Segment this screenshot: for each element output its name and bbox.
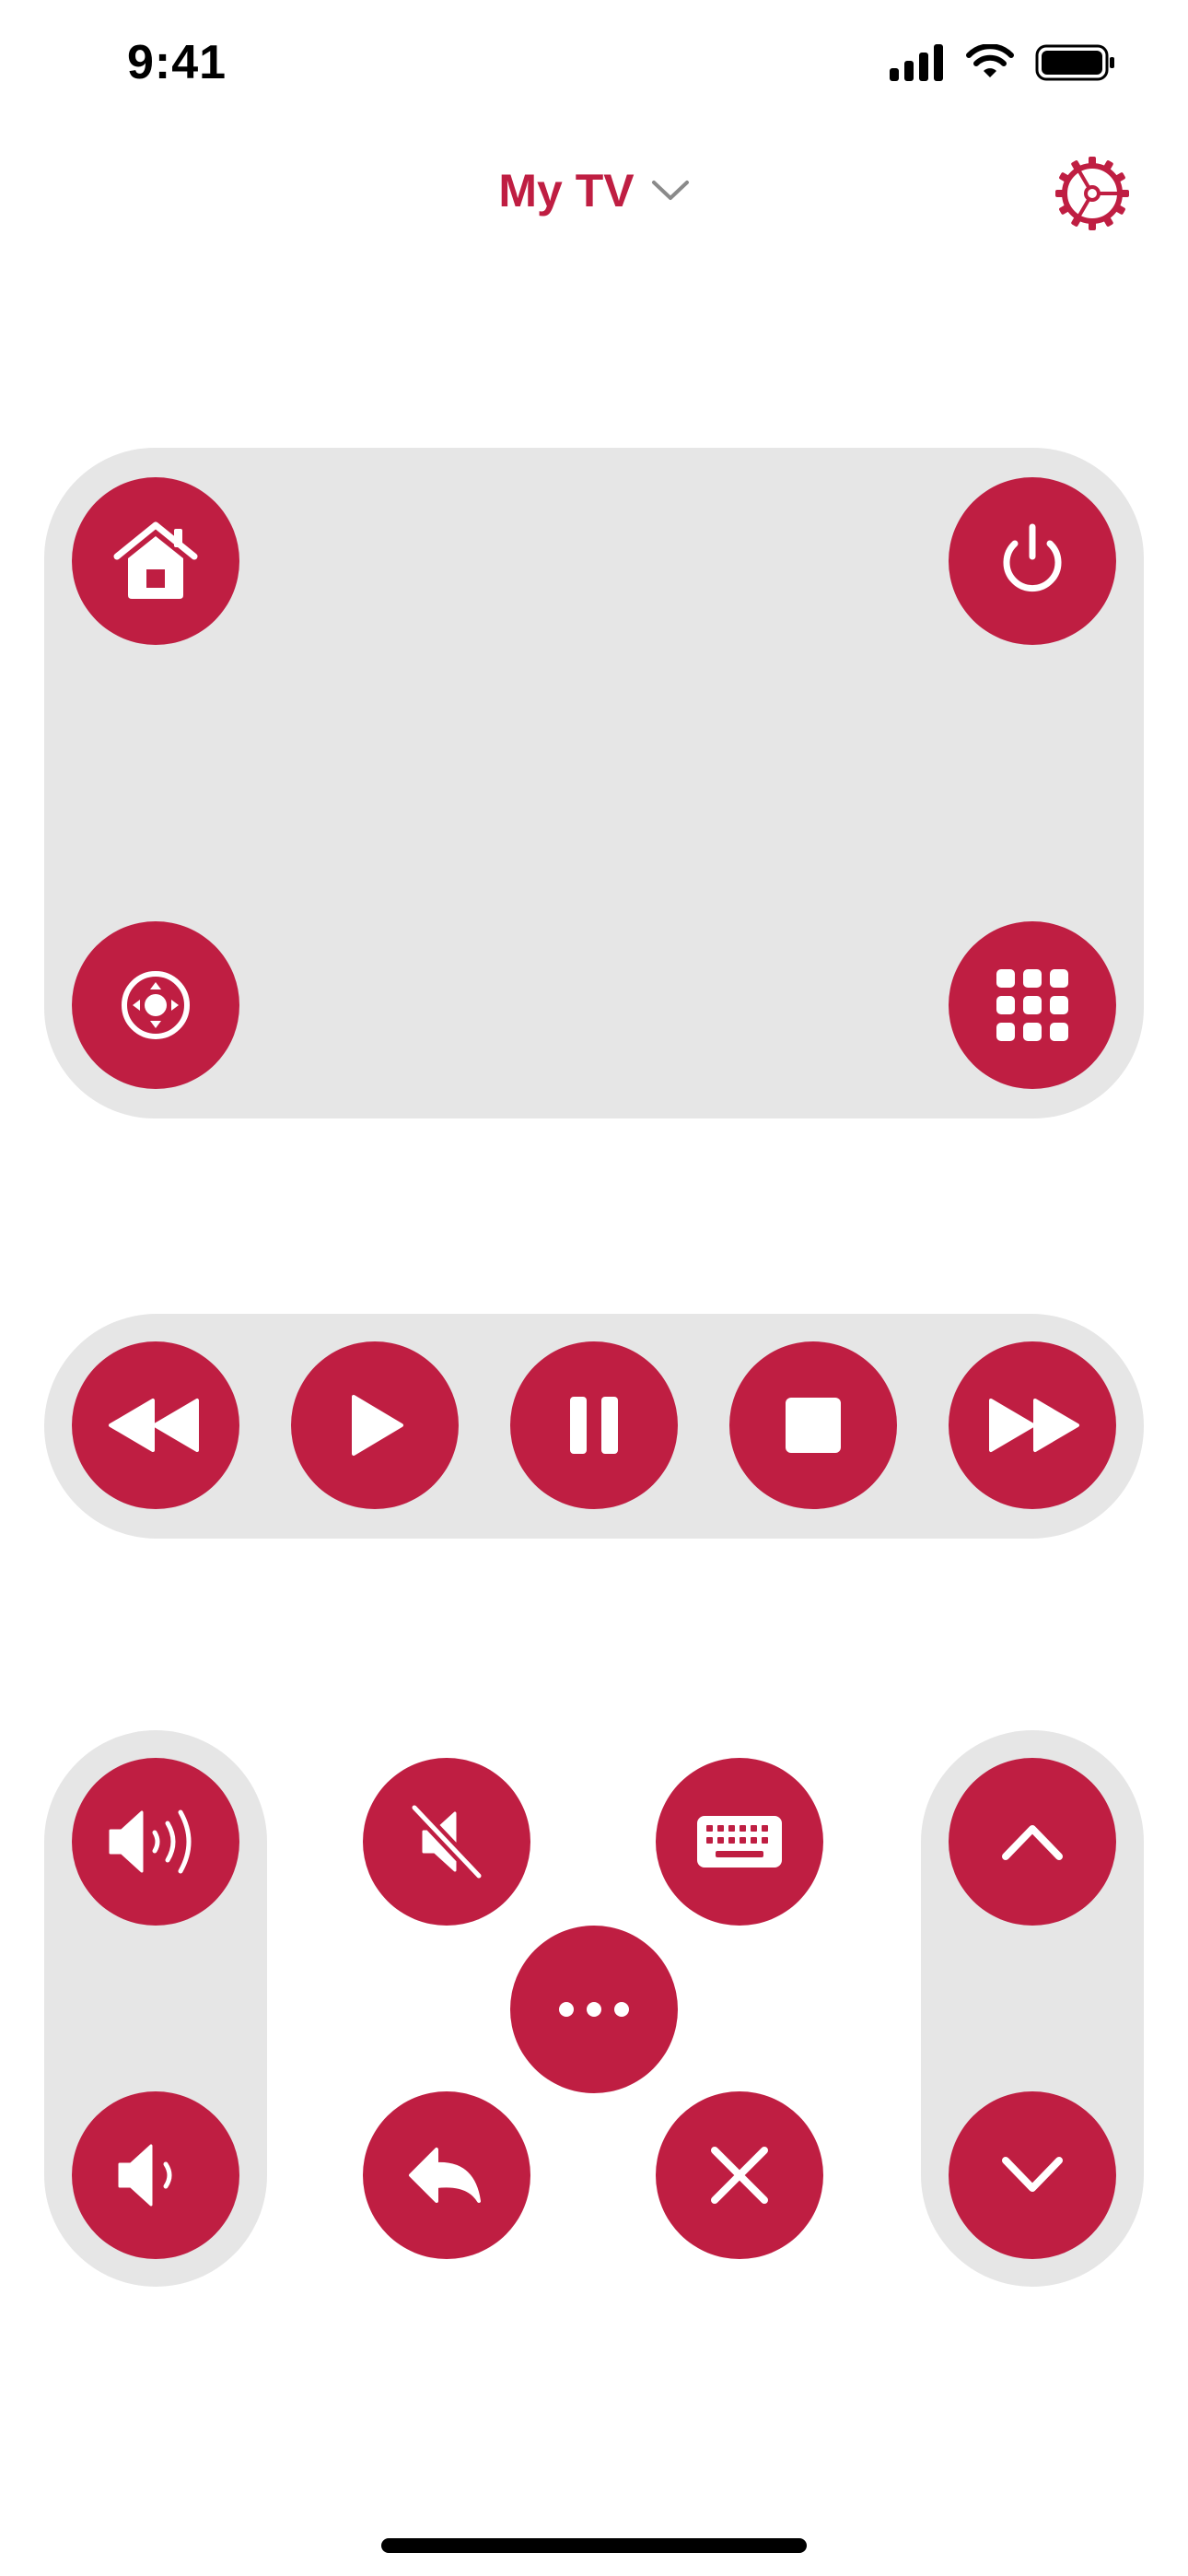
channel-up-icon: [1002, 1825, 1063, 1860]
channel-up-button[interactable]: [949, 1758, 1116, 1926]
home-button[interactable]: [72, 477, 239, 645]
rewind-button[interactable]: [72, 1341, 239, 1509]
home-indicator[interactable]: [381, 2538, 807, 2553]
chevron-down-icon: [651, 181, 689, 200]
stop-button[interactable]: [729, 1341, 897, 1509]
tv-selector[interactable]: My TV: [0, 164, 1188, 217]
settings-button[interactable]: [1055, 157, 1129, 230]
mute-button[interactable]: [363, 1758, 530, 1926]
volume-up-icon: [109, 1809, 192, 1874]
more-icon: [559, 2002, 629, 2017]
stop-icon: [786, 1398, 841, 1453]
power-button[interactable]: [949, 477, 1116, 645]
status-icons: [890, 44, 1116, 81]
fast-forward-button[interactable]: [949, 1341, 1116, 1509]
fast-forward-icon: [989, 1399, 1079, 1452]
battery-icon: [1035, 44, 1114, 81]
dpad-icon: [122, 971, 190, 1039]
volume-up-button[interactable]: [72, 1758, 239, 1926]
number-grid-icon: [996, 969, 1068, 1041]
power-icon: [1003, 523, 1062, 591]
dpad-button[interactable]: [72, 921, 239, 1089]
mute-icon: [408, 1801, 485, 1882]
channel-down-button[interactable]: [949, 2091, 1116, 2259]
play-button[interactable]: [291, 1341, 459, 1509]
tv-name: My TV: [498, 165, 635, 217]
volume-down-icon: [118, 2144, 172, 2207]
keyboard-button[interactable]: [656, 1758, 823, 1926]
pause-button[interactable]: [510, 1341, 678, 1509]
gear-icon: [1055, 157, 1129, 230]
exit-button[interactable]: [656, 2091, 823, 2259]
channel-down-icon: [1002, 2157, 1063, 2192]
status-time: 9:41: [127, 36, 227, 89]
rewind-icon: [109, 1399, 199, 1452]
wifi-icon: [966, 44, 1014, 77]
back-icon: [409, 2148, 481, 2203]
play-icon: [352, 1395, 403, 1456]
number-pad-button[interactable]: [949, 921, 1116, 1089]
home-icon: [113, 521, 198, 599]
pause-icon: [570, 1397, 618, 1454]
cellular-signal-icon: [890, 44, 943, 81]
more-button[interactable]: [510, 1926, 678, 2093]
exit-icon: [711, 2147, 768, 2204]
volume-down-button[interactable]: [72, 2091, 239, 2259]
back-button[interactable]: [363, 2091, 530, 2259]
keyboard-icon: [697, 1816, 782, 1868]
